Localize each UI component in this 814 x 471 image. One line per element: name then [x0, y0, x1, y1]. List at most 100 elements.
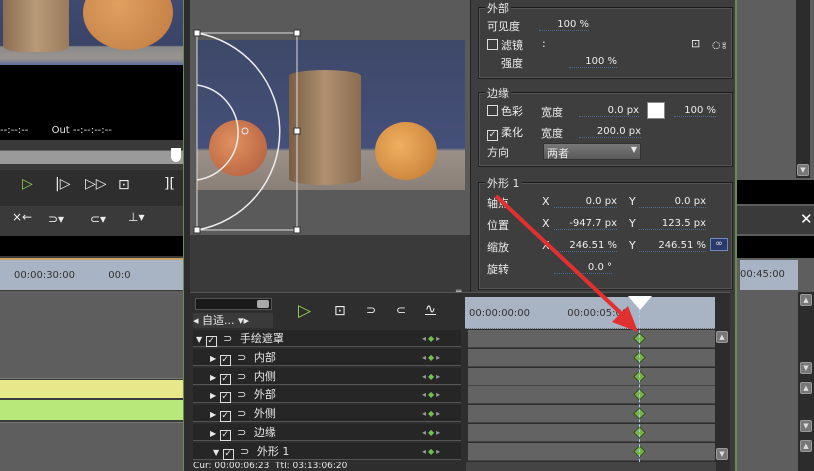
next-frame-icon[interactable]: |▷	[55, 176, 70, 192]
direction-select[interactable]: 两者 ▼	[543, 143, 641, 160]
keyframe-toggle-icon[interactable]: ⊃	[237, 426, 246, 439]
layer-checkbox[interactable]: ✓	[219, 411, 231, 423]
expand-right-icon[interactable]: ▶	[210, 391, 216, 400]
keyframe-nav[interactable]: ◂◆▸	[422, 390, 442, 399]
graph-icon[interactable]: ∿	[425, 302, 436, 317]
soft-checkbox[interactable]: ✓ 柔化	[487, 124, 523, 141]
track[interactable]	[0, 422, 183, 471]
keyframe-track[interactable]	[468, 405, 715, 424]
scale-x-field[interactable]: 246.51 %	[554, 240, 617, 252]
insert-icon[interactable]: ][	[164, 176, 175, 192]
scrollbar[interactable]	[796, 0, 810, 178]
layer-row[interactable]: ▶ ✓ ⊃ 边缘	[193, 424, 461, 441]
close-icon[interactable]: ✕	[800, 210, 813, 228]
track[interactable]	[0, 291, 183, 379]
horizontal-scrollbar[interactable]	[466, 462, 716, 471]
keyframe-nav[interactable]: ◂◆▸	[422, 353, 442, 362]
anchor-x-field[interactable]: 0.0 px	[554, 196, 617, 208]
scroll-up-icon[interactable]: ▲	[800, 294, 812, 306]
keyframe-track[interactable]	[468, 367, 715, 386]
keyframe-track[interactable]	[468, 330, 715, 348]
next-keyframe-icon[interactable]: ⊂	[396, 303, 406, 317]
color-swatch[interactable]	[647, 102, 665, 119]
keyframe-toggle-icon[interactable]: ⊃	[237, 407, 246, 420]
scroll-down-icon[interactable]: ▼	[800, 420, 812, 432]
keyframe-scrollbar[interactable]	[715, 329, 730, 462]
expand-down-icon[interactable]: ▼	[196, 335, 202, 344]
position-y-field[interactable]: 123.5 px	[639, 218, 706, 230]
anchor-y-field[interactable]: 0.0 px	[639, 196, 706, 208]
redo-icon[interactable]: ⊂▾	[90, 212, 106, 226]
keyframe-track[interactable]	[468, 424, 715, 442]
width-field[interactable]: 0.0 px	[579, 105, 639, 117]
layer-checkbox[interactable]: ✓	[219, 430, 231, 441]
keyframe-nav[interactable]: ◂◆▸	[422, 447, 442, 456]
layer-row[interactable]: ▶ ✓ ⊃ 外侧	[193, 405, 461, 423]
layer-row[interactable]: ▶ ✓ ⊃ 内侧	[193, 367, 461, 385]
keyframe-nav[interactable]: ◂◆▸	[422, 409, 442, 418]
filter-settings-icon[interactable]: ঃ	[711, 37, 727, 56]
visibility-field[interactable]: 100 %	[539, 19, 589, 31]
keyframe-toggle-icon[interactable]: ⊃	[237, 370, 246, 383]
keyframe-track[interactable]	[468, 386, 715, 405]
keyframe-toggle-icon[interactable]: ⊃	[237, 388, 246, 401]
scroll-up-icon[interactable]: ▲	[800, 382, 812, 394]
layer-row[interactable]: ▶ ✓ ⊃ 外部	[193, 386, 461, 404]
layer-checkbox[interactable]: ✓	[219, 373, 231, 385]
scroll-down-icon[interactable]: ▼	[797, 164, 809, 176]
keyframe-toggle-icon[interactable]: ⊃	[237, 351, 246, 364]
expand-right-icon[interactable]: ▶	[210, 354, 216, 363]
layer-checkbox[interactable]: ✓	[222, 448, 234, 460]
soft-width-field[interactable]: 200.0 px	[579, 126, 641, 138]
scroll-down-icon[interactable]: ▼	[800, 362, 812, 374]
delete-icon[interactable]: ×←	[12, 210, 32, 224]
loop-icon[interactable]: ⊡	[334, 303, 346, 319]
scale-y-field[interactable]: 246.51 %	[639, 240, 706, 252]
color-checkbox[interactable]: 色彩	[487, 103, 523, 119]
layer-row[interactable]: ▶ ✓ ⊃ 内部	[193, 348, 461, 366]
keyframe-nav[interactable]: ◂◆▸	[422, 334, 442, 343]
zoom-select[interactable]: ◂ 自适... ▾▸	[193, 313, 273, 328]
expand-right-icon[interactable]: ▶	[210, 410, 216, 419]
zoom-slider[interactable]	[195, 298, 272, 310]
link-icon[interactable]: ∞	[710, 238, 728, 251]
panel-divider[interactable]	[183, 0, 190, 471]
position-x-field[interactable]: -947.7 px	[554, 218, 617, 230]
layer-checkbox[interactable]: ✓	[205, 336, 217, 347]
timeline-ruler[interactable]: 00:00:30:00 00:0	[0, 258, 183, 290]
right-ruler[interactable]: 00:45:00	[740, 260, 798, 290]
playhead-handle[interactable]	[628, 296, 652, 310]
zoom-slider-handle[interactable]	[257, 300, 269, 308]
scroll-up-icon[interactable]: ▲	[800, 440, 812, 452]
keyframe-nav[interactable]: ◂◆▸	[422, 372, 442, 381]
rotation-field[interactable]: 0.0 °	[554, 262, 612, 274]
marker-icon[interactable]: ⊥▾	[128, 210, 144, 224]
panel-grip-icon[interactable]: ═	[456, 287, 461, 297]
strength-field[interactable]: 100 %	[569, 56, 617, 68]
loop-icon[interactable]: ⊡	[118, 177, 130, 193]
play-icon[interactable]: ▷	[22, 176, 33, 192]
keyframe-toggle-icon[interactable]: ⊃	[240, 445, 249, 458]
layer-row[interactable]: ▼ ✓ ⊃ 外形 1	[193, 442, 461, 460]
expand-right-icon[interactable]: ▶	[210, 373, 216, 382]
expand-down-icon[interactable]: ▼	[213, 448, 219, 457]
fast-forward-icon[interactable]: ▷▷	[85, 176, 107, 192]
undo-icon[interactable]: ⊃▾	[48, 212, 64, 226]
scrubber-handle[interactable]	[171, 148, 181, 162]
mask-shape-overlay[interactable]	[190, 0, 470, 235]
expand-right-icon[interactable]: ▶	[210, 429, 216, 438]
keyframe-ruler[interactable]: 00:00:00:00 00:00:05:00	[465, 297, 715, 329]
mask-preview[interactable]	[190, 0, 470, 235]
player-scrubber[interactable]	[0, 150, 183, 164]
play-icon[interactable]: ▷	[298, 301, 311, 321]
scroll-up-icon[interactable]: ▲	[716, 331, 728, 343]
track-clip-green[interactable]	[0, 400, 183, 420]
keyframe-nav[interactable]: ◂◆▸	[422, 428, 442, 437]
track-clip-yellow[interactable]	[0, 380, 183, 398]
prev-keyframe-icon[interactable]: ⊃	[366, 303, 376, 317]
layer-row[interactable]: ▼ ✓ ⊃ 手绘遮罩	[193, 330, 461, 347]
keyframe-track[interactable]	[468, 348, 715, 367]
keyframe-track[interactable]	[468, 442, 715, 461]
keyframe-toggle-icon[interactable]: ⊃	[223, 332, 232, 345]
opacity-field[interactable]: 100 %	[674, 105, 716, 117]
